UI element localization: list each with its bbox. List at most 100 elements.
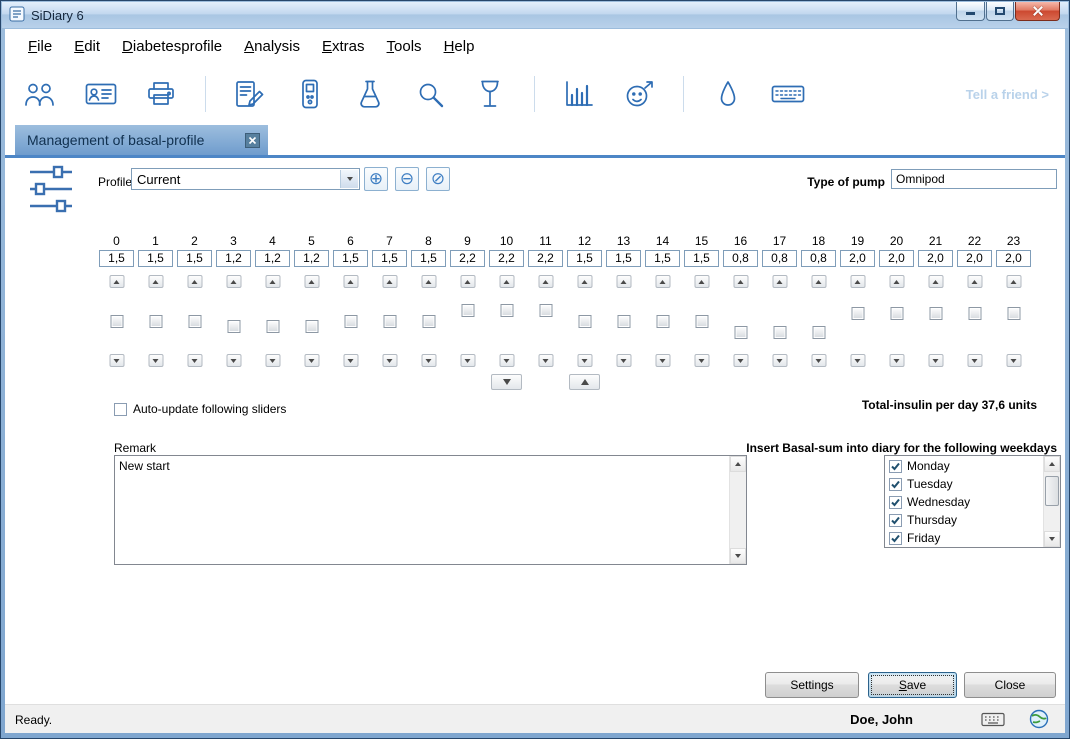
slider-thumb[interactable] bbox=[305, 320, 318, 333]
weekday-item-wednesday[interactable]: Wednesday bbox=[885, 493, 1043, 511]
globe-status-icon[interactable] bbox=[1029, 709, 1049, 732]
pump-type-input[interactable]: Omnipod bbox=[891, 169, 1057, 189]
basal-value-input[interactable]: 2,0 bbox=[996, 250, 1031, 267]
menu-tools[interactable]: Tools bbox=[376, 29, 433, 65]
device-icon[interactable] bbox=[292, 77, 328, 111]
maximize-button[interactable] bbox=[986, 2, 1014, 21]
slider-up-button[interactable] bbox=[694, 275, 709, 288]
minimize-button[interactable] bbox=[956, 2, 985, 21]
basal-slider[interactable] bbox=[916, 275, 955, 367]
slider-up-button[interactable] bbox=[928, 275, 943, 288]
basal-slider[interactable] bbox=[565, 275, 604, 367]
basal-value-input[interactable]: 1,5 bbox=[411, 250, 446, 267]
slider-up-button[interactable] bbox=[889, 275, 904, 288]
slider-thumb[interactable] bbox=[773, 326, 786, 339]
scroll-up-icon[interactable] bbox=[730, 456, 746, 472]
clear-profile-button[interactable]: ⊘ bbox=[426, 167, 450, 191]
weekday-checkbox[interactable] bbox=[889, 460, 902, 473]
chevron-down-icon[interactable] bbox=[340, 170, 358, 188]
menu-help[interactable]: Help bbox=[433, 29, 486, 65]
print-icon[interactable] bbox=[143, 77, 179, 111]
slider-thumb[interactable] bbox=[968, 307, 981, 320]
basal-slider[interactable] bbox=[448, 275, 487, 367]
slider-thumb[interactable] bbox=[188, 315, 201, 328]
slider-up-button[interactable] bbox=[304, 275, 319, 288]
basal-value-input[interactable]: 1,5 bbox=[333, 250, 368, 267]
basal-value-input[interactable]: 0,8 bbox=[801, 250, 836, 267]
slider-down-button[interactable] bbox=[538, 354, 553, 367]
basal-slider[interactable] bbox=[682, 275, 721, 367]
slider-up-button[interactable] bbox=[538, 275, 553, 288]
slider-down-button[interactable] bbox=[421, 354, 436, 367]
slider-thumb[interactable] bbox=[422, 315, 435, 328]
slider-up-button[interactable] bbox=[343, 275, 358, 288]
basal-slider[interactable] bbox=[175, 275, 214, 367]
slider-down-button[interactable] bbox=[850, 354, 865, 367]
basal-slider[interactable] bbox=[994, 275, 1033, 367]
basal-value-input[interactable]: 2,0 bbox=[840, 250, 875, 267]
basal-value-input[interactable]: 2,0 bbox=[879, 250, 914, 267]
patients-icon[interactable] bbox=[23, 77, 59, 111]
basal-value-input[interactable]: 1,5 bbox=[177, 250, 212, 267]
menu-file[interactable]: File bbox=[17, 29, 63, 65]
slider-up-button[interactable] bbox=[226, 275, 241, 288]
slider-thumb[interactable] bbox=[695, 315, 708, 328]
basal-slider[interactable] bbox=[721, 275, 760, 367]
basal-value-input[interactable]: 2,2 bbox=[489, 250, 524, 267]
menu-diabetesprofile[interactable]: Diabetesprofile bbox=[111, 29, 233, 65]
close-dialog-button[interactable]: Close bbox=[964, 672, 1056, 698]
slider-thumb[interactable] bbox=[656, 315, 669, 328]
slider-thumb[interactable] bbox=[929, 307, 942, 320]
auto-update-option[interactable]: Auto-update following sliders bbox=[114, 402, 286, 416]
basal-value-input[interactable]: 0,8 bbox=[762, 250, 797, 267]
slider-up-button[interactable] bbox=[499, 275, 514, 288]
slider-up-button[interactable] bbox=[850, 275, 865, 288]
slider-up-button[interactable] bbox=[382, 275, 397, 288]
slider-up-button[interactable] bbox=[733, 275, 748, 288]
slider-down-button[interactable] bbox=[187, 354, 202, 367]
tab-management-basal-profile[interactable]: Management of basal-profile bbox=[15, 125, 268, 155]
slider-thumb[interactable] bbox=[851, 307, 864, 320]
slider-up-button[interactable] bbox=[772, 275, 787, 288]
slider-up-button[interactable] bbox=[967, 275, 982, 288]
slider-thumb[interactable] bbox=[110, 315, 123, 328]
slider-down-button[interactable] bbox=[577, 354, 592, 367]
slider-down-button[interactable] bbox=[694, 354, 709, 367]
basal-value-input[interactable]: 1,5 bbox=[567, 250, 602, 267]
slider-down-button[interactable] bbox=[655, 354, 670, 367]
basal-slider[interactable] bbox=[838, 275, 877, 367]
menu-extras[interactable]: Extras bbox=[311, 29, 376, 65]
basal-value-input[interactable]: 1,2 bbox=[255, 250, 290, 267]
auto-update-checkbox[interactable] bbox=[114, 403, 127, 416]
weekday-item-thursday[interactable]: Thursday bbox=[885, 511, 1043, 529]
menu-edit[interactable]: Edit bbox=[63, 29, 111, 65]
slider-down-button[interactable] bbox=[967, 354, 982, 367]
slider-down-button[interactable] bbox=[889, 354, 904, 367]
basal-value-input[interactable]: 1,5 bbox=[645, 250, 680, 267]
weekday-checkbox[interactable] bbox=[889, 496, 902, 509]
shift-up-button[interactable] bbox=[569, 374, 600, 390]
slider-thumb[interactable] bbox=[149, 315, 162, 328]
slider-up-button[interactable] bbox=[148, 275, 163, 288]
weekday-item-friday[interactable]: Friday bbox=[885, 529, 1043, 547]
basal-value-input[interactable]: 2,2 bbox=[528, 250, 563, 267]
basal-value-input[interactable]: 1,2 bbox=[294, 250, 329, 267]
basal-value-input[interactable]: 1,5 bbox=[606, 250, 641, 267]
slider-down-button[interactable] bbox=[499, 354, 514, 367]
basal-slider[interactable] bbox=[136, 275, 175, 367]
slider-up-button[interactable] bbox=[109, 275, 124, 288]
tab-close-icon[interactable] bbox=[245, 133, 260, 148]
weekday-item-monday[interactable]: Monday bbox=[885, 457, 1043, 475]
add-profile-button[interactable]: ⊕ bbox=[364, 167, 388, 191]
slider-up-button[interactable] bbox=[421, 275, 436, 288]
slider-up-button[interactable] bbox=[1006, 275, 1021, 288]
basal-slider[interactable] bbox=[877, 275, 916, 367]
slider-thumb[interactable] bbox=[890, 307, 903, 320]
slider-down-button[interactable] bbox=[1006, 354, 1021, 367]
basal-value-input[interactable]: 0,8 bbox=[723, 250, 758, 267]
basal-value-input[interactable]: 1,5 bbox=[684, 250, 719, 267]
slider-thumb[interactable] bbox=[539, 304, 552, 317]
slider-up-button[interactable] bbox=[811, 275, 826, 288]
nutrition-icon[interactable] bbox=[472, 77, 508, 111]
keyboard-icon[interactable] bbox=[770, 77, 806, 111]
